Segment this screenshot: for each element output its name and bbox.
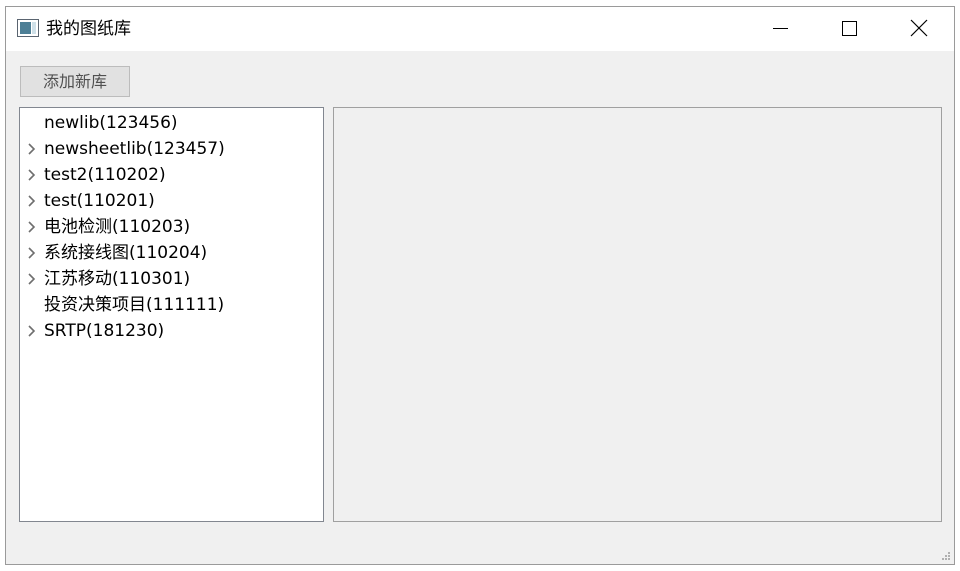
tree-item-label: newlib(123456) <box>44 113 178 133</box>
tree-item-label: test(110201) <box>44 191 155 211</box>
maximize-icon <box>842 21 857 36</box>
detail-pane <box>333 107 942 522</box>
tree-item-label: 投资决策项目(111111) <box>44 295 225 315</box>
tree-item[interactable]: 江苏移动(110301) <box>20 266 323 292</box>
title-bar[interactable]: 我的图纸库 <box>6 7 954 51</box>
resize-grip-icon[interactable] <box>941 551 951 561</box>
tree-item-label: test2(110202) <box>44 165 166 185</box>
tree-item-label: SRTP(181230) <box>44 321 165 341</box>
tree-item-label: 电池检测(110203) <box>44 217 191 237</box>
minimize-icon <box>773 28 788 29</box>
tree-item[interactable]: newlib(123456) <box>20 110 323 136</box>
tree-item[interactable]: 系统接线图(110204) <box>20 240 323 266</box>
tree-item-label: 系统接线图(110204) <box>44 243 208 263</box>
chevron-right-icon[interactable] <box>26 195 38 207</box>
close-button[interactable] <box>886 7 952 51</box>
chevron-right-icon[interactable] <box>26 273 38 285</box>
library-tree[interactable]: newlib(123456) newsheetlib(123457) test2(1… <box>19 107 324 522</box>
chevron-right-icon[interactable] <box>26 325 38 337</box>
chevron-right-icon[interactable] <box>26 221 38 233</box>
app-window-icon <box>17 19 39 37</box>
tree-item-label: 江苏移动(110301) <box>44 269 191 289</box>
chevron-right-icon[interactable] <box>26 143 38 155</box>
tree-item[interactable]: 电池检测(110203) <box>20 214 323 240</box>
add-new-library-button[interactable]: 添加新库 <box>20 66 130 97</box>
tree-item[interactable]: test(110201) <box>20 188 323 214</box>
tree-item[interactable]: 投资决策项目(111111) <box>20 292 323 318</box>
window-title: 我的图纸库 <box>46 19 131 39</box>
tree-item[interactable]: SRTP(181230) <box>20 318 323 344</box>
chevron-right-icon[interactable] <box>26 247 38 259</box>
close-icon <box>910 19 928 37</box>
minimize-button[interactable] <box>747 7 813 51</box>
chevron-right-icon[interactable] <box>26 169 38 181</box>
maximize-button[interactable] <box>816 7 882 51</box>
tree-item[interactable]: newsheetlib(123457) <box>20 136 323 162</box>
tree-item-label: newsheetlib(123457) <box>44 139 225 159</box>
main-window: 我的图纸库 添加新库 newlib(123456) newsheetlib(123… <box>5 6 955 565</box>
tree-item[interactable]: test2(110202) <box>20 162 323 188</box>
